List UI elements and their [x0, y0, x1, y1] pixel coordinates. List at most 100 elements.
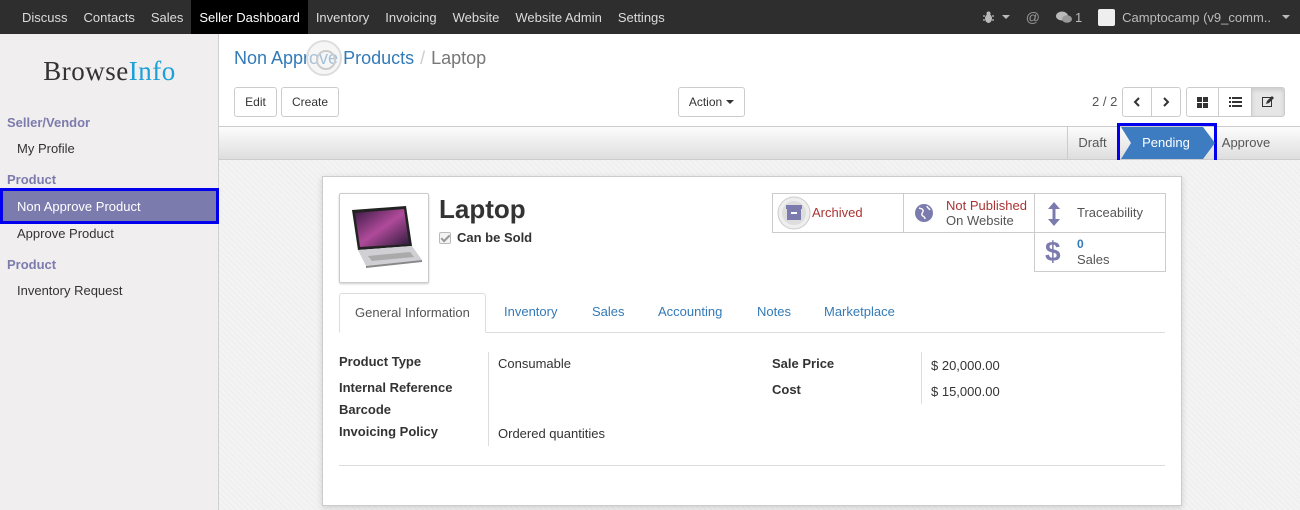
comments-icon — [1055, 11, 1072, 23]
sidebar-item-non-approve-product[interactable]: Non Approve Product — [0, 188, 219, 224]
sale-price-label: Sale Price — [772, 356, 835, 371]
edit-form-icon — [1262, 96, 1274, 107]
traceability-label: Traceability — [1077, 205, 1143, 220]
messages-button[interactable]: 1 — [1055, 9, 1083, 25]
edit-button[interactable]: Edit — [234, 87, 277, 117]
product-type-label: Product Type — [339, 354, 422, 369]
product-type-value: Consumable — [498, 356, 571, 371]
tab-inventory[interactable]: Inventory — [504, 304, 557, 319]
left-column-divider — [488, 352, 489, 446]
chevron-down-icon — [1282, 15, 1290, 19]
status-bar: Draft Pending Approve — [219, 123, 1300, 163]
breadcrumb-separator: / — [420, 48, 426, 68]
create-button[interactable]: Create — [281, 87, 339, 117]
menu-seller-dashboard[interactable]: Seller Dashboard — [191, 0, 308, 34]
cost-label: Cost — [772, 382, 801, 397]
sidebar-item-approve-product[interactable]: Approve Product — [17, 226, 114, 241]
action-label: Action — [688, 95, 723, 109]
list-icon — [1228, 97, 1242, 107]
tab-notes[interactable]: Notes — [757, 304, 791, 319]
menu-settings[interactable]: Settings — [610, 0, 673, 34]
kanban-view-button[interactable] — [1186, 87, 1219, 117]
product-name: Laptop — [439, 194, 526, 224]
logo-part-browse: Browse — [43, 56, 129, 86]
archived-button[interactable]: Archived — [772, 193, 904, 233]
sales-label: Sales — [1077, 252, 1110, 267]
laptop-image — [352, 206, 422, 268]
messages-count: 1 — [1074, 9, 1083, 25]
can-be-sold-label: Can be Sold — [457, 230, 533, 245]
archive-icon — [777, 196, 811, 230]
status-draft[interactable]: Draft — [1067, 127, 1117, 159]
list-view-button[interactable] — [1218, 87, 1252, 117]
status-pending-label: Pending — [1142, 135, 1190, 150]
right-column-divider — [921, 352, 922, 404]
chevron-down-icon — [1001, 15, 1010, 19]
sidebar-section-product: Product — [7, 172, 57, 187]
mention-button[interactable]: @ — [1026, 9, 1040, 25]
invoicing-policy-label: Invoicing Policy — [339, 424, 438, 439]
action-dropdown[interactable]: Action — [678, 87, 745, 117]
company-switcher[interactable]: Camptocamp (v9_comm.. — [1098, 8, 1290, 26]
tab-general-information[interactable]: General Information — [339, 293, 486, 333]
menu-invoicing[interactable]: Invoicing — [377, 0, 444, 34]
kanban-icon — [1197, 96, 1208, 108]
archived-label: Archived — [812, 205, 863, 220]
sale-price-value: $ 20,000.00 — [931, 358, 1000, 373]
sidebar-section-product-2: Product — [7, 257, 57, 272]
chevron-down-icon — [726, 100, 735, 104]
status-pending[interactable]: Pending — [1117, 123, 1217, 163]
menu-sales[interactable]: Sales — [143, 0, 192, 34]
can-be-sold-field: Can be Sold — [439, 230, 532, 245]
chevron-right-icon — [1163, 97, 1170, 107]
globe-icon — [915, 204, 933, 222]
sidebar-item-my-profile[interactable]: My Profile — [17, 141, 75, 156]
menu-inventory[interactable]: Inventory — [308, 0, 377, 34]
logo: BrowseInfo — [0, 56, 219, 87]
product-image[interactable] — [339, 193, 429, 283]
arrows-vertical-icon — [1048, 202, 1060, 226]
form-bottom-divider — [339, 465, 1165, 466]
tab-sales[interactable]: Sales — [592, 304, 625, 319]
loading-spinner — [306, 40, 342, 76]
website-publish-button[interactable]: Not Published On Website — [903, 193, 1035, 233]
sales-button[interactable]: $ 0 Sales — [1034, 232, 1166, 272]
company-avatar — [1098, 8, 1116, 26]
pager-value: 2 / 2 — [1092, 94, 1118, 109]
can-be-sold-checkbox[interactable] — [439, 231, 451, 244]
breadcrumb-current: Laptop — [431, 48, 487, 68]
logo-part-info: Info — [128, 56, 176, 86]
at-icon: @ — [1025, 9, 1040, 25]
tab-marketplace[interactable]: Marketplace — [824, 304, 895, 319]
traceability-button[interactable]: Traceability — [1034, 193, 1166, 233]
menu-contacts[interactable]: Contacts — [76, 0, 143, 34]
internal-reference-label: Internal Reference — [339, 380, 453, 395]
dollar-icon: $ — [1045, 236, 1061, 267]
menu-discuss[interactable]: Discuss — [14, 0, 76, 34]
sidebar-item-inventory-request[interactable]: Inventory Request — [17, 283, 123, 298]
breadcrumb: Non Approve Products / Laptop — [234, 48, 486, 69]
status-approve[interactable]: Approve — [1219, 127, 1273, 159]
on-website-label: On Website — [946, 213, 1014, 228]
bug-icon — [982, 11, 994, 23]
menu-website[interactable]: Website — [445, 0, 508, 34]
cost-value: $ 15,000.00 — [931, 384, 1000, 399]
pager-next-button[interactable] — [1151, 87, 1181, 117]
pager-previous-button[interactable] — [1122, 87, 1152, 117]
sidebar: BrowseInfo Seller/Vendor My Profile Prod… — [0, 34, 219, 510]
barcode-label: Barcode — [339, 402, 392, 417]
debug-menu[interactable] — [982, 11, 1010, 24]
top-menu: Discuss Contacts Sales Seller Dashboard … — [14, 0, 673, 34]
invoicing-policy-value: Ordered quantities — [498, 426, 605, 441]
form-view-button[interactable] — [1251, 87, 1285, 117]
menu-website-admin[interactable]: Website Admin — [507, 0, 609, 34]
tab-accounting[interactable]: Accounting — [658, 304, 722, 319]
sales-count: 0 — [1077, 237, 1084, 251]
sidebar-item-label: Non Approve Product — [17, 199, 141, 214]
top-navbar: Discuss Contacts Sales Seller Dashboard … — [0, 0, 1300, 34]
top-right-menu: @ 1 Camptocamp (v9_comm.. — [982, 0, 1300, 34]
not-published-label: Not Published — [946, 198, 1027, 213]
company-name: Camptocamp (v9_comm.. — [1122, 9, 1271, 25]
chevron-left-icon — [1133, 97, 1140, 107]
sidebar-section-seller-vendor: Seller/Vendor — [7, 115, 91, 130]
